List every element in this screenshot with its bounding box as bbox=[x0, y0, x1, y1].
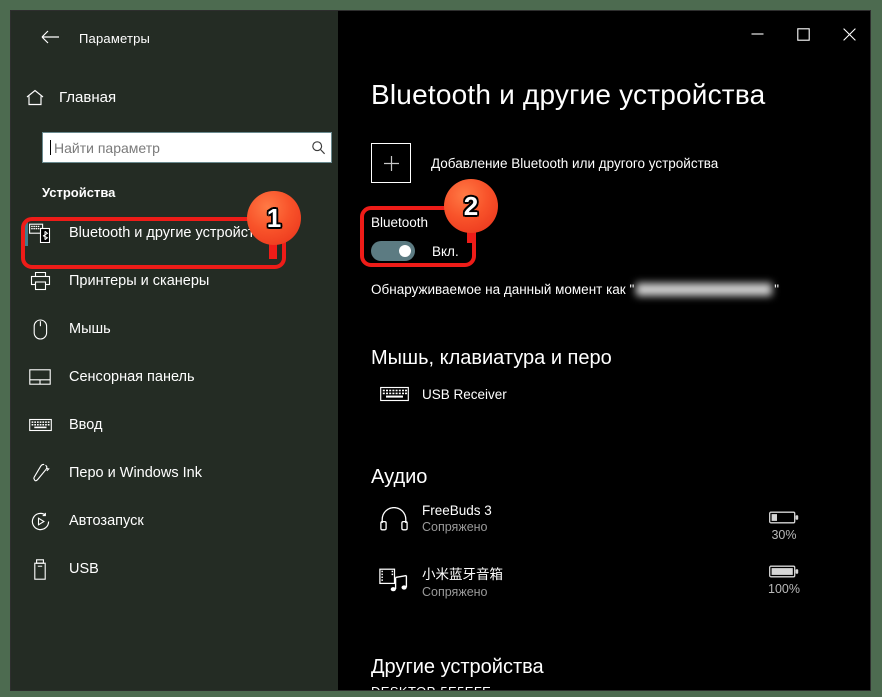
minimize-button[interactable] bbox=[734, 11, 780, 57]
text-caret bbox=[50, 140, 51, 155]
battery-icon bbox=[762, 510, 806, 525]
device-status: Сопряжено bbox=[422, 585, 488, 599]
annotation-highlight-1 bbox=[21, 217, 286, 269]
sidebar-item-home[interactable]: Главная bbox=[11, 80, 338, 114]
discoverable-text: Обнаруживаемое на данный момент как " " bbox=[371, 282, 779, 297]
usb-icon bbox=[11, 558, 69, 580]
search-input[interactable]: Найти параметр bbox=[54, 140, 305, 156]
sidebar-item-typing[interactable]: Ввод bbox=[11, 401, 338, 449]
device-row-freebuds[interactable]: FreeBuds 3 Сопряжено bbox=[371, 503, 492, 534]
redacted-device-name bbox=[636, 282, 773, 296]
window-controls bbox=[734, 11, 870, 57]
battery-percent: 30% bbox=[771, 528, 797, 542]
pen-icon bbox=[11, 463, 69, 483]
section-title-mouse-keyboard-pen: Мышь, клавиатура и перо bbox=[371, 347, 612, 369]
sidebar: Параметры Главная Найти параметр Устройс… bbox=[11, 11, 338, 690]
battery-indicator-xiaomi-speaker: 100% bbox=[762, 564, 806, 596]
keyboard-icon bbox=[11, 418, 69, 432]
speaker-music-icon bbox=[371, 568, 417, 594]
sidebar-item-label: USB bbox=[69, 561, 99, 577]
close-button[interactable] bbox=[826, 11, 870, 57]
device-status: Сопряжено bbox=[422, 520, 488, 534]
sidebar-item-label: Мышь bbox=[69, 321, 111, 337]
add-device-button[interactable]: Добавление Bluetooth или другого устройс… bbox=[371, 143, 718, 183]
discoverable-suffix: " bbox=[774, 282, 780, 297]
autoplay-icon bbox=[11, 511, 69, 532]
device-row-xiaomi-speaker[interactable]: 小米蓝牙音箱 Сопряжено bbox=[371, 563, 503, 599]
battery-indicator-freebuds: 30% bbox=[762, 510, 806, 542]
home-icon bbox=[11, 89, 59, 106]
add-device-label: Добавление Bluetooth или другого устройс… bbox=[431, 155, 719, 171]
device-name: FreeBuds 3 bbox=[422, 503, 492, 518]
battery-icon bbox=[762, 564, 806, 579]
section-title-audio: Аудио bbox=[371, 466, 428, 488]
window-titlebar-left: Параметры bbox=[11, 11, 338, 59]
section-title-other-devices: Другие устройства bbox=[371, 656, 544, 678]
keyboard-icon bbox=[371, 385, 417, 403]
maximize-button[interactable] bbox=[780, 11, 826, 57]
sidebar-section-header: Устройства bbox=[42, 185, 116, 200]
printer-icon bbox=[11, 271, 69, 291]
sidebar-item-label: Ввод bbox=[69, 417, 103, 433]
sidebar-item-usb[interactable]: USB bbox=[11, 545, 338, 593]
sidebar-item-mouse[interactable]: Мышь bbox=[11, 305, 338, 353]
annotation-badge-1: 1 bbox=[247, 191, 301, 245]
back-button[interactable] bbox=[33, 24, 67, 50]
home-label: Главная bbox=[59, 88, 117, 106]
sidebar-item-autoplay[interactable]: Автозапуск bbox=[11, 497, 338, 545]
plus-icon bbox=[371, 143, 411, 183]
sidebar-item-touchpad[interactable]: Сенсорная панель bbox=[11, 353, 338, 401]
search-box[interactable]: Найти параметр bbox=[42, 132, 332, 163]
battery-percent: 100% bbox=[768, 582, 800, 596]
headphones-icon bbox=[371, 506, 417, 531]
sidebar-item-label: Сенсорная панель bbox=[69, 369, 195, 385]
annotation-badge-2: 2 bbox=[444, 179, 498, 233]
settings-window: Параметры Главная Найти параметр Устройс… bbox=[10, 10, 871, 691]
sidebar-item-pen-windows-ink[interactable]: Перо и Windows Ink bbox=[11, 449, 338, 497]
device-name: USB Receiver bbox=[422, 386, 507, 402]
desktop-background: Параметры Главная Найти параметр Устройс… bbox=[0, 0, 882, 697]
sidebar-item-label: Перо и Windows Ink bbox=[69, 465, 202, 481]
mouse-icon bbox=[11, 318, 69, 340]
main-content: Bluetooth и другие устройства Добавление… bbox=[338, 11, 871, 691]
touchpad-icon bbox=[11, 369, 69, 385]
device-name: 小米蓝牙音箱 bbox=[422, 567, 503, 582]
bottom-divider bbox=[338, 690, 871, 691]
sidebar-item-label: Автозапуск bbox=[69, 513, 144, 529]
sidebar-item-label: Принтеры и сканеры bbox=[69, 273, 210, 289]
device-row-usb-receiver[interactable]: USB Receiver bbox=[371, 385, 507, 403]
search-icon[interactable] bbox=[305, 140, 331, 155]
window-title: Параметры bbox=[79, 31, 151, 46]
discoverable-prefix: Обнаруживаемое на данный момент как " bbox=[371, 282, 635, 297]
page-title: Bluetooth и другие устройства bbox=[371, 79, 766, 110]
